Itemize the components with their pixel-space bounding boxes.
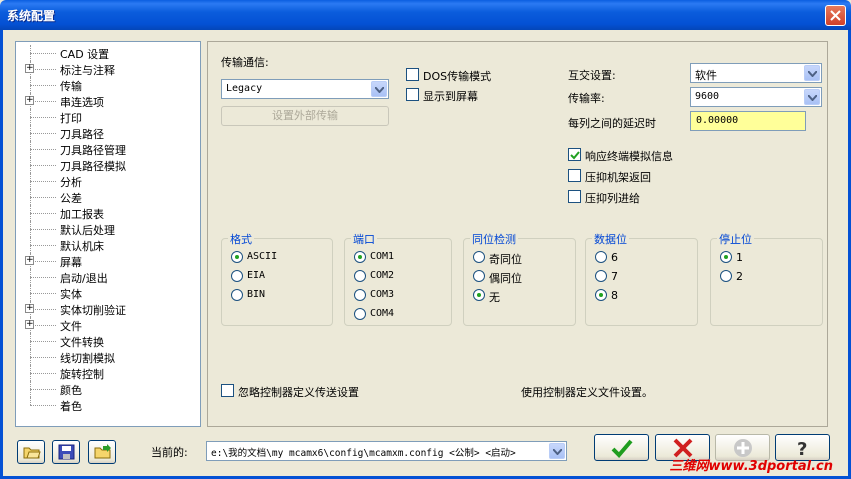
tree-item-label: 刀具路径 [60,128,104,141]
tree-item-label: 串连选项 [60,96,104,109]
parity-group: 同位检测 奇同位 偶同位无 [463,231,576,326]
tree-item[interactable]: 实体 [16,285,200,301]
tree-item[interactable]: + 标注与注释 [16,61,200,77]
port-group: 端口 COM1 COM2 COM3 COM4 [344,231,452,326]
tree-item[interactable]: 文件转换 [16,333,200,349]
tree-item-label: 默认后处理 [60,224,115,237]
tree-item[interactable]: + 文件 [16,317,200,333]
tree-item[interactable]: 启动/退出 [16,269,200,285]
format-group: 格式 ASCII EIA BIN [221,231,333,326]
transfer-settings-panel: 传输通信: Legacy 设置外部传输 DOS传输模式 显示到屏幕 互交设置: … [207,41,828,427]
tree-item[interactable]: 旋转控制 [16,365,200,381]
baud-value: 9600 [695,91,720,102]
current-config-combobox[interactable]: e:\我的文档\my mcamx6\config\mcamxm.config <… [206,441,567,461]
tree-item-label: CAD 设置 [60,48,110,61]
close-icon [830,10,841,21]
handshake-value: 软件 [695,69,717,82]
tree-item-label: 标注与注释 [60,64,115,77]
expand-plus-icon[interactable]: + [25,96,34,105]
tree-item-label: 实体 [60,288,82,301]
tree-item-label: 公差 [60,192,82,205]
checkmark-icon [570,151,580,160]
watermark-text: 三维网www.3dportal.cn [669,459,833,474]
tree-item[interactable]: + 实体切削验证 [16,301,200,317]
comm-value: Legacy [226,83,263,94]
handshake-label: 互交设置: [568,69,616,82]
delay-label: 每列之间的延迟时 [568,117,656,130]
tree-item-label: 分析 [60,176,82,189]
tree-item-label: 启动/退出 [60,272,108,285]
chevron-down-icon[interactable] [804,65,820,81]
folder-merge-icon [94,444,111,459]
tree-item-label: 加工报表 [60,208,104,221]
tree-item-label: 刀具路径管理 [60,144,126,157]
expand-plus-icon[interactable]: + [25,304,34,313]
tree-item[interactable]: 默认机床 [16,237,200,253]
tree-item[interactable]: 刀具路径模拟 [16,157,200,173]
expand-plus-icon[interactable]: + [25,320,34,329]
expand-plus-icon[interactable]: + [25,64,34,73]
close-button[interactable] [825,5,846,26]
merge-config-button[interactable] [88,440,116,464]
tree-item[interactable]: 分析 [16,173,200,189]
comm-combobox[interactable]: Legacy [221,79,389,99]
tree-item[interactable]: 刀具路径 [16,125,200,141]
chevron-down-icon[interactable] [549,443,565,459]
tree-item-label: 默认机床 [60,240,104,253]
delay-input[interactable]: 0.00000 [690,111,806,131]
tree-item[interactable]: 加工报表 [16,205,200,221]
tree-item-label: 实体切削验证 [60,304,126,317]
chevron-down-icon[interactable] [804,89,820,105]
tree-item[interactable]: + 屏幕 [16,253,200,269]
baud-combobox[interactable]: 9600 [690,87,822,107]
current-config-value: e:\我的文档\my mcamx6\config\mcamxm.config <… [211,448,516,459]
comm-label: 传输通信: [221,56,269,69]
delay-value: 0.00000 [696,115,739,126]
tree-item[interactable]: CAD 设置 [16,45,200,61]
databits-group: 数据位 678 [585,231,698,326]
expand-plus-icon[interactable]: + [25,256,34,265]
settings-tree[interactable]: CAD 设置 + 标注与注释传输 + 串连选项打印刀具路径刀具路径管理 刀具路径模拟 分析公… [15,41,201,427]
tree-item[interactable]: 传输 [16,77,200,93]
tree-item[interactable]: 线切割模拟 [16,349,200,365]
checkmark-icon [611,439,633,458]
baud-label: 传输率: [568,92,605,105]
tree-item-label: 线切割模拟 [60,352,115,365]
save-disk-icon [58,444,75,460]
handshake-combobox[interactable]: 软件 [690,63,822,83]
tree-item[interactable]: + 串连选项 [16,93,200,109]
tree-item-label: 刀具路径模拟 [60,160,126,173]
tree-item[interactable]: 颜色 [16,381,200,397]
tree-item[interactable]: 默认后处理 [16,221,200,237]
tree-item-label: 旋转控制 [60,368,104,381]
tree-item[interactable]: 着色 [16,397,200,413]
stopbits-group: 停止位 12 [710,231,823,326]
tree-item-label: 着色 [60,400,82,413]
current-label: 当前的: [151,446,188,459]
open-config-button[interactable] [17,440,45,464]
use-control-text: 使用控制器定义文件设置。 [521,386,653,399]
open-folder-icon [23,447,41,459]
tree-item-label: 颜色 [60,384,82,397]
tree-item-label: 屏幕 [60,256,82,269]
title-bar[interactable]: 系统配置 [0,0,851,30]
tree-item-label: 文件 [60,320,82,333]
chevron-down-icon[interactable] [371,81,387,97]
tree-item-label: 传输 [60,80,82,93]
setup-external-button[interactable]: 设置外部传输 [221,106,389,126]
tree-item-label: 文件转换 [60,336,104,349]
ok-button[interactable] [594,434,649,461]
tree-item[interactable]: 打印 [16,109,200,125]
tree-item[interactable]: 公差 [16,189,200,205]
save-config-button[interactable] [52,440,80,464]
tree-item[interactable]: 刀具路径管理 [16,141,200,157]
tree-item-label: 打印 [60,112,82,125]
window-title: 系统配置 [7,9,56,23]
